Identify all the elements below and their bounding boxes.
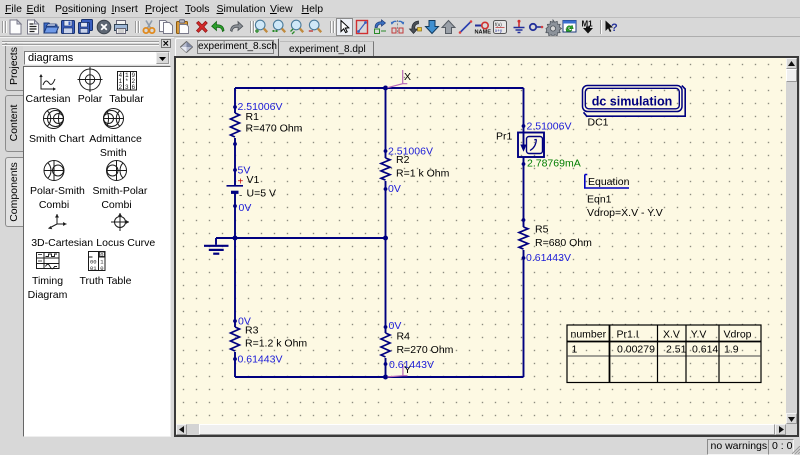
svg-text:Vdrop: Vdrop — [724, 329, 752, 341]
svg-text:number: number — [571, 329, 607, 341]
svg-text:R=1.2 k Ohm: R=1.2 k Ohm — [245, 338, 307, 350]
svg-text:Vdrop=X.V - Y.V: Vdrop=X.V - Y.V — [587, 207, 663, 219]
svg-text:U=5 V: U=5 V — [247, 188, 276, 200]
svg-text:1: 1 — [572, 344, 578, 356]
svg-text:2.51006V: 2.51006V — [238, 101, 283, 113]
svg-text:x+y: x+y — [495, 28, 503, 33]
svg-text:1.9: 1.9 — [724, 344, 739, 356]
svg-text:X: X — [404, 71, 411, 83]
svg-text:DC1: DC1 — [588, 117, 609, 129]
svg-text:0.61443V: 0.61443V — [238, 354, 283, 366]
svg-text:Y.V: Y.V — [691, 329, 707, 341]
svg-text:R1: R1 — [246, 111, 260, 123]
svg-text:2.51006V: 2.51006V — [527, 121, 572, 133]
svg-text:0.61443V: 0.61443V — [526, 252, 571, 264]
svg-text:R=680 Ohm: R=680 Ohm — [535, 237, 592, 249]
svg-text:?: ? — [611, 22, 618, 34]
svg-text:2.78769mA: 2.78769mA — [527, 158, 581, 170]
svg-text:V1: V1 — [247, 174, 260, 186]
svg-text:2.51006V: 2.51006V — [388, 146, 433, 158]
svg-text:R=470 Ohm: R=470 Ohm — [246, 123, 303, 135]
svg-text:R=270 Ohm: R=270 Ohm — [397, 344, 454, 356]
svg-text:-: - — [239, 191, 242, 202]
svg-text:0.614: 0.614 — [692, 344, 718, 356]
svg-text:f(u): f(u) — [495, 22, 502, 27]
svg-text:+: + — [238, 177, 244, 188]
svg-text:0.00279: 0.00279 — [617, 344, 655, 356]
svg-text:Pr1: Pr1 — [496, 131, 513, 143]
svg-text:Y: Y — [404, 364, 411, 376]
svg-text:Eqn1: Eqn1 — [587, 194, 612, 206]
svg-text:NAME: NAME — [475, 30, 492, 36]
svg-text:0V: 0V — [388, 183, 401, 195]
svg-text:0.61443V: 0.61443V — [389, 359, 434, 371]
svg-text:2.51: 2.51 — [666, 344, 687, 356]
svg-text:Pr1.I: Pr1.I — [617, 329, 639, 341]
svg-text:dc simulation: dc simulation — [592, 95, 673, 109]
svg-text:R4: R4 — [397, 331, 411, 343]
svg-text:R5: R5 — [535, 224, 549, 236]
svg-text:R=1 k Ohm: R=1 k Ohm — [396, 168, 450, 180]
svg-text:0V: 0V — [239, 202, 252, 214]
svg-text:Equation: Equation — [588, 176, 630, 188]
svg-text:R3: R3 — [245, 325, 259, 337]
svg-text:R2: R2 — [396, 154, 410, 166]
svg-text:X.V: X.V — [663, 329, 680, 341]
